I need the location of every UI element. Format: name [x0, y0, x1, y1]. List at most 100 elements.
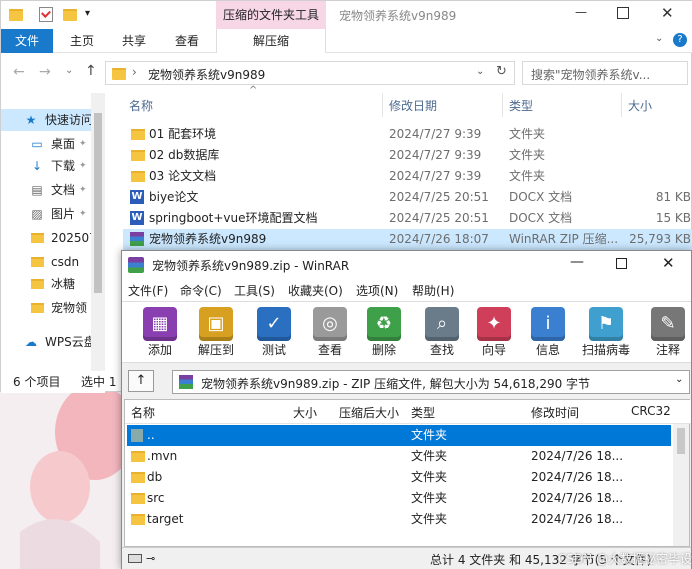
column-mtime[interactable]: 修改时间: [531, 404, 579, 421]
nav-item-desktop[interactable]: ▭ 桌面 ✦: [1, 133, 91, 155]
word-doc-icon: W: [130, 190, 144, 204]
nav-item-picture[interactable]: ▨ 图片 ✦: [1, 203, 91, 225]
file-row[interactable]: 02 db数据库 2024/7/27 9:39 文件夹: [123, 145, 692, 166]
quick-access-dropdown-icon[interactable]: ▾: [85, 8, 90, 19]
breadcrumb[interactable]: 宠物领养系统v9n989: [148, 66, 265, 83]
archive-row[interactable]: src 文件夹 2024/7/26 18...: [127, 488, 671, 509]
ribbon-expand-icon[interactable]: ⌄: [655, 33, 663, 44]
view-icon: ◎: [313, 307, 347, 341]
recent-dropdown-icon[interactable]: ⌄: [65, 65, 73, 76]
nav-item-doc[interactable]: ▤ 文档 ✦: [1, 179, 91, 201]
menu-item[interactable]: 选项(N): [356, 281, 398, 301]
minimize-button[interactable]: —: [570, 254, 584, 270]
search-box[interactable]: 搜索"宠物领养系统v...: [522, 61, 688, 85]
archive-row[interactable]: target 文件夹 2024/7/26 18...: [127, 509, 671, 530]
file-row[interactable]: 01 配套环境 2024/7/27 9:39 文件夹: [123, 124, 692, 145]
column-divider: [621, 93, 622, 117]
tab-file[interactable]: 文件: [1, 29, 53, 53]
toolbar-scan-button[interactable]: ⚑ 扫描病毒: [582, 305, 630, 361]
column-size[interactable]: 大小: [293, 404, 317, 421]
toolbar-comment-button[interactable]: ✎ 注释: [644, 305, 692, 361]
scan-icon: ⚑: [589, 307, 623, 341]
maximize-button[interactable]: [616, 258, 627, 269]
column-name[interactable]: 名称: [129, 97, 153, 114]
nav-item-cloud[interactable]: ☁ WPS云盘: [1, 331, 91, 353]
menu-item[interactable]: 命令(C): [180, 281, 222, 301]
breadcrumb-separator: ›: [132, 65, 137, 79]
nav-item-folder[interactable]: 202507: [1, 227, 91, 249]
file-type: DOCX 文档: [509, 211, 573, 225]
menu-item[interactable]: 工具(S): [234, 281, 275, 301]
archive-row[interactable]: .. 文件夹: [127, 425, 671, 446]
menu-item[interactable]: 文件(F): [128, 281, 168, 301]
folder-icon: [112, 68, 126, 80]
nav-item-folder[interactable]: csdn: [1, 251, 91, 273]
nav-item-folder[interactable]: 冰糖: [1, 273, 91, 295]
file-row[interactable]: Wbiye论文 2024/7/25 20:51 DOCX 文档 81 KB: [123, 187, 692, 208]
back-button[interactable]: ←: [13, 64, 25, 80]
column-divider: [382, 93, 383, 117]
menu-item[interactable]: 收藏夹(O): [288, 281, 343, 301]
archive-row[interactable]: db 文件夹 2024/7/26 18...: [127, 467, 671, 488]
archive-path-text: 宠物领养系统v9n989.zip - ZIP 压缩文件, 解包大小为 54,61…: [201, 377, 591, 391]
nav-scrollbar[interactable]: [91, 93, 105, 371]
toolbar-wizard-button[interactable]: ✦ 向导: [470, 305, 518, 361]
help-icon[interactable]: ?: [673, 33, 687, 47]
file-row[interactable]: 宠物领养系统v9n989 2024/7/26 18:07 WinRAR ZIP 压缩…: [123, 229, 692, 250]
maximize-button[interactable]: [617, 7, 629, 19]
find-icon: ⌕: [425, 307, 459, 341]
tab-home[interactable]: 主页: [57, 29, 107, 53]
up-button[interactable]: ↑: [85, 63, 97, 79]
toolbar-test-button[interactable]: ✓ 测试: [250, 305, 298, 361]
minimize-button[interactable]: —: [571, 5, 591, 19]
nav-item-download[interactable]: ↓ 下载 ✦: [1, 155, 91, 177]
toolbar-find-button[interactable]: ⌕ 查找: [418, 305, 466, 361]
picture-icon: ▨: [31, 207, 43, 221]
archive-path-field[interactable]: 宠物领养系统v9n989.zip - ZIP 压缩文件, 解包大小为 54,61…: [172, 370, 690, 394]
column-packed[interactable]: 压缩后大小: [339, 404, 399, 421]
tab-share[interactable]: 共享: [109, 29, 159, 53]
ribbon-tabs: 文件 主页 共享 查看 解压缩 ⌄ ?: [1, 29, 692, 53]
close-button[interactable]: ✕: [662, 254, 675, 272]
nav-item-label: WPS云盘: [45, 335, 91, 349]
file-size: 81 KB: [655, 190, 691, 204]
archive-row-mtime: 2024/7/26 18...: [531, 449, 624, 463]
address-dropdown-icon[interactable]: ⌄: [476, 66, 484, 77]
add-icon: ▦: [143, 307, 177, 341]
file-row[interactable]: Wspringboot+vue环境配置文档 2024/7/25 20:51 DOCX…: [123, 208, 692, 229]
search-input[interactable]: 搜索"宠物领养系统v...: [531, 66, 681, 83]
archive-row[interactable]: .mvn 文件夹 2024/7/26 18...: [127, 446, 671, 467]
tab-view[interactable]: 查看: [161, 29, 213, 53]
new-folder-icon[interactable]: [63, 9, 77, 21]
archive-row-name: .mvn: [147, 449, 178, 463]
properties-icon[interactable]: [39, 7, 53, 22]
column-type[interactable]: 类型: [509, 97, 533, 114]
rar-scrollbar[interactable]: [673, 424, 689, 546]
column-name[interactable]: 名称: [131, 404, 155, 421]
tab-extract[interactable]: 解压缩: [216, 29, 326, 53]
archive-row-type: 文件夹: [411, 470, 448, 484]
forward-button[interactable]: →: [39, 64, 51, 80]
menu-item[interactable]: 帮助(H): [412, 281, 454, 301]
nav-item-folder[interactable]: 宠物领: [1, 297, 91, 319]
file-row[interactable]: 03 论文文档 2024/7/27 9:39 文件夹: [123, 166, 692, 187]
path-dropdown-icon[interactable]: ⌄: [675, 374, 683, 385]
close-button[interactable]: ✕: [661, 4, 674, 22]
rar-column-header: 名称 大小 压缩后大小 类型 修改时间 CRC32: [125, 400, 691, 424]
column-date[interactable]: 修改日期: [389, 97, 437, 114]
toolbar-info-button[interactable]: i 信息: [524, 305, 572, 361]
toolbar-delete-button[interactable]: ♻ 删除: [360, 305, 408, 361]
nav-item-star[interactable]: ★ 快速访问: [1, 109, 91, 131]
toolbar-view-button[interactable]: ◎ 查看: [306, 305, 354, 361]
archive-row-name: ..: [147, 428, 155, 442]
column-size[interactable]: 大小: [628, 97, 652, 114]
column-type[interactable]: 类型: [411, 404, 435, 421]
address-bar[interactable]: › 宠物领养系统v9n989 ⌄ ↻: [105, 61, 515, 85]
column-crc[interactable]: CRC32: [631, 404, 671, 418]
toolbar-add-button[interactable]: ▦ 添加: [136, 305, 184, 361]
up-folder-button[interactable]: ↑: [128, 370, 154, 392]
explorer-titlebar: ▾ 压缩的文件夹工具 宠物领养系统v9n989 — ✕: [1, 1, 692, 29]
refresh-icon[interactable]: ↻: [496, 64, 507, 79]
winrar-window: 宠物领养系统v9n989.zip - WinRAR — ✕ ↑ 宠物领养系统v9…: [121, 250, 692, 569]
toolbar-extract-button[interactable]: ▣ 解压到: [192, 305, 240, 361]
